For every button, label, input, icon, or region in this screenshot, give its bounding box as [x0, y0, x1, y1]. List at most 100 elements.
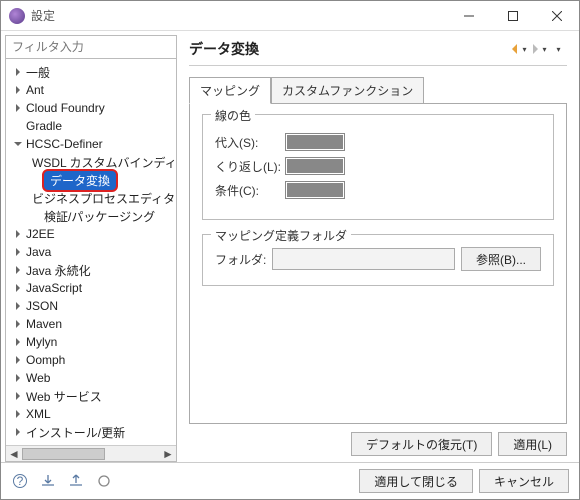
- tree-item-label: Oomph: [24, 352, 67, 368]
- expand-icon[interactable]: [12, 86, 24, 94]
- group-line-color: 線の色 代入(S): くり返し(L): 条件(C):: [202, 114, 554, 220]
- tree-item[interactable]: XML: [8, 405, 176, 423]
- titlebar: 設定: [1, 1, 579, 31]
- tree-hscrollbar[interactable]: ◄ ►: [6, 445, 176, 461]
- tab-panel: 線の色 代入(S): くり返し(L): 条件(C): マッピ: [189, 103, 567, 424]
- label-repeat: くり返し(L):: [215, 158, 285, 175]
- expand-icon[interactable]: [12, 284, 24, 292]
- browse-button[interactable]: 参照(B)...: [461, 247, 541, 271]
- tab-mapping[interactable]: マッピング: [189, 77, 271, 104]
- tab-bar: マッピング カスタムファンクション: [189, 76, 567, 103]
- close-button[interactable]: [535, 1, 579, 30]
- tree-item-label: 検証/パッケージング: [42, 207, 157, 226]
- svg-text:?: ?: [17, 474, 24, 488]
- expand-icon[interactable]: [12, 428, 24, 436]
- tree-item-label: 一般: [24, 63, 52, 82]
- tree-item[interactable]: JSON: [8, 297, 176, 315]
- expand-icon[interactable]: [12, 68, 24, 76]
- folder-input[interactable]: [272, 248, 455, 270]
- page-title: データ変換: [189, 39, 507, 59]
- group-mapping-folder: マッピング定義フォルダ フォルダ: 参照(B)...: [202, 234, 554, 286]
- help-icon[interactable]: ?: [11, 472, 29, 490]
- collapse-icon[interactable]: [12, 140, 24, 148]
- tree-item[interactable]: Gradle: [8, 117, 176, 135]
- expand-icon[interactable]: [12, 302, 24, 310]
- import-icon[interactable]: [39, 472, 57, 490]
- expand-icon[interactable]: [12, 248, 24, 256]
- nav-menu-button[interactable]: ▾: [549, 40, 567, 58]
- preference-tree[interactable]: 一般AntCloud FoundryGradleHCSC-DefinerWSDL…: [6, 59, 176, 445]
- apply-button[interactable]: 適用(L): [498, 432, 567, 456]
- scroll-right-icon[interactable]: ►: [160, 447, 176, 461]
- color-repeat-swatch[interactable]: [285, 157, 345, 175]
- scroll-thumb[interactable]: [22, 448, 105, 460]
- color-assign-swatch[interactable]: [285, 133, 345, 151]
- tree-item[interactable]: Cloud Foundry: [8, 99, 176, 117]
- tree-item-label: Java: [24, 244, 53, 260]
- expand-icon[interactable]: [12, 320, 24, 328]
- tree-item-label: XML: [24, 406, 53, 422]
- tree-item-label: Java 永続化: [24, 261, 93, 280]
- minimize-button[interactable]: [447, 1, 491, 30]
- tree-item[interactable]: JavaScript: [8, 279, 176, 297]
- tree-item[interactable]: データ変換: [8, 171, 176, 189]
- expand-icon[interactable]: [12, 266, 24, 274]
- app-icon: [9, 8, 25, 24]
- label-condition: 条件(C):: [215, 182, 285, 199]
- tree-item[interactable]: Java: [8, 243, 176, 261]
- tree-item[interactable]: Web: [8, 369, 176, 387]
- filter-input[interactable]: [6, 36, 176, 59]
- expand-icon[interactable]: [12, 392, 24, 400]
- tree-item-label: Cloud Foundry: [24, 100, 107, 116]
- expand-icon[interactable]: [12, 104, 24, 112]
- tree-item-label: Maven: [24, 316, 64, 332]
- tree-item[interactable]: Mylyn: [8, 333, 176, 351]
- tree-item-label: Mylyn: [24, 334, 59, 350]
- scroll-left-icon[interactable]: ◄: [6, 447, 22, 461]
- tree-item-label: Ant: [24, 82, 46, 98]
- left-pane: 一般AntCloud FoundryGradleHCSC-DefinerWSDL…: [5, 35, 177, 462]
- restore-defaults-button[interactable]: デフォルトの復元(T): [351, 432, 492, 456]
- expand-icon[interactable]: [12, 356, 24, 364]
- dialog-footer: ? 適用して閉じる キャンセル: [1, 462, 579, 499]
- window-title: 設定: [31, 7, 447, 24]
- tree-item[interactable]: 一般: [8, 63, 176, 81]
- nav-back-button[interactable]: ▾: [509, 40, 527, 58]
- tree-item[interactable]: Maven: [8, 315, 176, 333]
- tree-item-label: J2EE: [24, 226, 57, 242]
- tree-item[interactable]: HCSC-Definer: [8, 135, 176, 153]
- tree-item[interactable]: Ant: [8, 81, 176, 99]
- group-mapping-folder-legend: マッピング定義フォルダ: [211, 227, 351, 244]
- expand-icon[interactable]: [12, 410, 24, 418]
- apply-close-button[interactable]: 適用して閉じる: [359, 469, 473, 493]
- tree-item[interactable]: Oomph: [8, 351, 176, 369]
- tree-item-label: Web: [24, 370, 52, 386]
- export-icon[interactable]: [67, 472, 85, 490]
- tree-item[interactable]: Web サービス: [8, 387, 176, 405]
- expand-icon[interactable]: [12, 230, 24, 238]
- tree-item-label: JSON: [24, 298, 60, 314]
- tree-item[interactable]: インストール/更新: [8, 423, 176, 441]
- tree-item[interactable]: 検証/パッケージング: [8, 207, 176, 225]
- cancel-button[interactable]: キャンセル: [479, 469, 569, 493]
- label-assign: 代入(S):: [215, 134, 285, 151]
- tree-item[interactable]: Java 永続化: [8, 261, 176, 279]
- tree-item-label: Web サービス: [24, 387, 104, 406]
- expand-icon[interactable]: [12, 374, 24, 382]
- tree-item-label: JavaScript: [24, 280, 84, 296]
- tree-item[interactable]: ビジネスプロセスエディタ: [8, 189, 176, 207]
- nav-forward-button[interactable]: ▾: [529, 40, 547, 58]
- refresh-icon[interactable]: [95, 472, 113, 490]
- tree-item-label: HCSC-Definer: [24, 136, 105, 152]
- tree-item-label: Gradle: [24, 118, 64, 134]
- color-condition-swatch[interactable]: [285, 181, 345, 199]
- tree-item[interactable]: J2EE: [8, 225, 176, 243]
- right-pane: データ変換 ▾ ▾ ▾ マッピング カスタムファンクション 線の色 代入(S):: [181, 35, 575, 462]
- label-folder: フォルダ:: [215, 251, 266, 268]
- tree-item-label: インストール/更新: [24, 423, 127, 442]
- preferences-dialog: 設定 一般Ant Cloud Foundry Gradle HCSC-Definer W…: [0, 0, 580, 500]
- maximize-button[interactable]: [491, 1, 535, 30]
- tab-custom-function[interactable]: カスタムファンクション: [271, 77, 424, 104]
- expand-icon[interactable]: [12, 338, 24, 346]
- tree-item-label: ビジネスプロセスエディタ: [30, 189, 176, 208]
